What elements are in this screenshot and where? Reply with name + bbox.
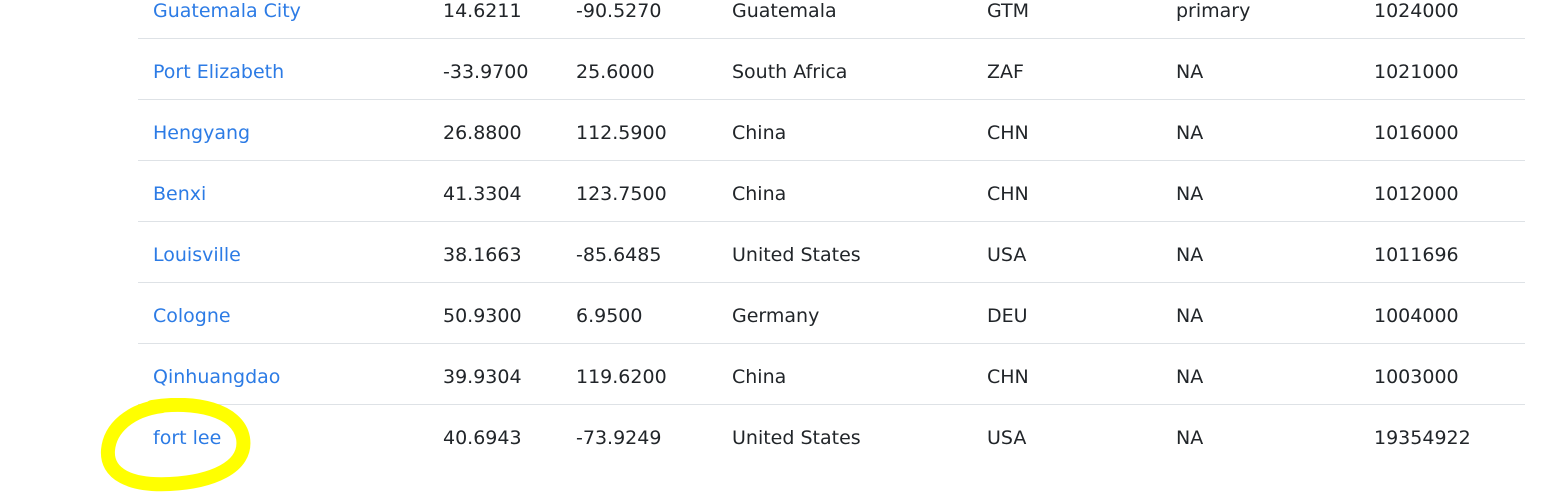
table-row: Guatemala City 14.6211 -90.5270 Guatemal… <box>138 0 1525 39</box>
table-row: Port Elizabeth -33.9700 25.6000 South Af… <box>138 39 1525 100</box>
iso3-cell: DEU <box>987 305 1028 327</box>
population-cell: 1024000 <box>1374 0 1459 22</box>
city-link[interactable]: Cologne <box>153 305 231 327</box>
longitude-cell: 25.6000 <box>576 61 655 83</box>
longitude-cell: -90.5270 <box>576 0 662 22</box>
population-cell: 1016000 <box>1374 122 1459 144</box>
table-row: Hengyang 26.8800 112.5900 China CHN NA 1… <box>138 100 1525 161</box>
longitude-cell: -73.9249 <box>576 427 662 449</box>
capital-cell: NA <box>1176 122 1204 144</box>
capital-cell: NA <box>1176 61 1204 83</box>
population-cell: 1021000 <box>1374 61 1459 83</box>
iso3-cell: GTM <box>987 0 1030 22</box>
country-cell: United States <box>732 244 861 266</box>
population-cell: 1003000 <box>1374 366 1459 388</box>
city-link[interactable]: Hengyang <box>153 122 250 144</box>
latitude-cell: 50.9300 <box>443 305 522 327</box>
country-cell: Germany <box>732 305 820 327</box>
longitude-cell: 112.5900 <box>576 122 667 144</box>
city-cell[interactable]: Hengyang <box>153 100 250 160</box>
city-cell[interactable]: Benxi <box>153 161 206 221</box>
capital-cell: NA <box>1176 366 1204 388</box>
country-cell: China <box>732 122 787 144</box>
latitude-cell: -33.9700 <box>443 61 529 83</box>
latitude-cell: 39.9304 <box>443 366 522 388</box>
population-cell: 1011696 <box>1374 244 1459 266</box>
cities-table: Guatemala City 14.6211 -90.5270 Guatemal… <box>138 0 1525 466</box>
population-cell: 1004000 <box>1374 305 1459 327</box>
capital-cell: NA <box>1176 183 1204 205</box>
latitude-cell: 14.6211 <box>443 0 522 22</box>
latitude-cell: 26.8800 <box>443 122 522 144</box>
iso3-cell: CHN <box>987 366 1029 388</box>
city-cell[interactable]: fort lee <box>153 405 221 465</box>
city-link[interactable]: fort lee <box>153 427 221 449</box>
table-row: Cologne 50.9300 6.9500 Germany DEU NA 10… <box>138 283 1525 344</box>
latitude-cell: 38.1663 <box>443 244 522 266</box>
population-cell: 1012000 <box>1374 183 1459 205</box>
country-cell: China <box>732 183 787 205</box>
table-row: Louisville 38.1663 -85.6485 United State… <box>138 222 1525 283</box>
iso3-cell: USA <box>987 244 1027 266</box>
latitude-cell: 40.6943 <box>443 427 522 449</box>
capital-cell: NA <box>1176 305 1204 327</box>
city-cell[interactable]: Port Elizabeth <box>153 39 284 99</box>
country-cell: Guatemala <box>732 0 837 22</box>
longitude-cell: 123.7500 <box>576 183 667 205</box>
population-cell: 19354922 <box>1374 427 1471 449</box>
city-link[interactable]: Louisville <box>153 244 241 266</box>
city-cell[interactable]: Guatemala City <box>153 0 301 38</box>
country-cell: South Africa <box>732 61 848 83</box>
country-cell: China <box>732 366 787 388</box>
longitude-cell: 6.9500 <box>576 305 643 327</box>
city-link[interactable]: Guatemala City <box>153 0 301 22</box>
city-link[interactable]: Benxi <box>153 183 206 205</box>
iso3-cell: CHN <box>987 122 1029 144</box>
table-row: Qinhuangdao 39.9304 119.6200 China CHN N… <box>138 344 1525 405</box>
city-cell[interactable]: Louisville <box>153 222 241 282</box>
city-cell[interactable]: Qinhuangdao <box>153 344 280 404</box>
capital-cell: NA <box>1176 427 1204 449</box>
capital-cell: NA <box>1176 244 1204 266</box>
country-cell: United States <box>732 427 861 449</box>
latitude-cell: 41.3304 <box>443 183 522 205</box>
longitude-cell: 119.6200 <box>576 366 667 388</box>
iso3-cell: USA <box>987 427 1027 449</box>
iso3-cell: ZAF <box>987 61 1024 83</box>
capital-cell: primary <box>1176 0 1251 22</box>
table-row: fort lee 40.6943 -73.9249 United States … <box>138 405 1525 466</box>
longitude-cell: -85.6485 <box>576 244 662 266</box>
city-link[interactable]: Port Elizabeth <box>153 61 284 83</box>
city-link[interactable]: Qinhuangdao <box>153 366 280 388</box>
table-row: Benxi 41.3304 123.7500 China CHN NA 1012… <box>138 161 1525 222</box>
iso3-cell: CHN <box>987 183 1029 205</box>
city-cell[interactable]: Cologne <box>153 283 231 343</box>
